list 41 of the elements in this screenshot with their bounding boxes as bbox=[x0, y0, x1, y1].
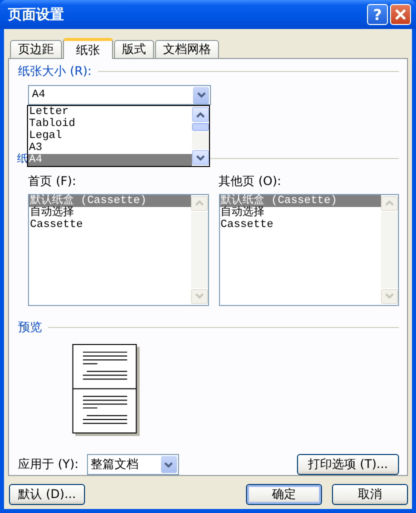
tab[interactable]: 版式 bbox=[114, 40, 154, 58]
dropdown-option[interactable]: Legal bbox=[28, 130, 192, 142]
window-title: 页面设置 bbox=[8, 6, 65, 24]
list-item[interactable]: 自动选择 bbox=[29, 206, 190, 219]
chevron-up-icon[interactable] bbox=[196, 112, 205, 118]
tray-list[interactable]: 默认纸盒 (Cassette) 自动选择 Cassette bbox=[218, 194, 399, 306]
tab[interactable]: 文档网格 bbox=[155, 40, 219, 58]
close-icon bbox=[394, 8, 407, 21]
list-item[interactable]: Cassette bbox=[29, 218, 190, 231]
list-item[interactable]: 默认纸盒 (Cassette) bbox=[220, 194, 381, 207]
scroll-thumb[interactable] bbox=[192, 123, 209, 131]
scrollbar[interactable] bbox=[192, 106, 209, 166]
tab[interactable]: 纸张 bbox=[63, 38, 113, 59]
close-button[interactable] bbox=[390, 4, 411, 25]
section-label: 纸 bbox=[17, 151, 28, 166]
field-label: 应用于 (Y): bbox=[18, 456, 79, 473]
chevron-up-icon bbox=[194, 200, 204, 206]
list-item[interactable]: 自动选择 bbox=[220, 206, 381, 219]
print-options-button[interactable]: 打印选项 (T)... bbox=[297, 454, 399, 475]
chevron-down-icon bbox=[194, 293, 204, 300]
chevron-up-icon bbox=[385, 200, 394, 206]
field-label: 其他页 (O): bbox=[218, 172, 282, 190]
list-item[interactable]: Cassette bbox=[220, 218, 381, 231]
field-label: 首页 (F): bbox=[28, 172, 78, 190]
chevron-down-icon bbox=[385, 293, 394, 300]
section-label: 纸张大小 (R): bbox=[18, 62, 92, 80]
tray-list[interactable]: 默认纸盒 (Cassette) 自动选择 Cassette bbox=[28, 194, 208, 306]
dropdown-option[interactable]: A4 bbox=[28, 154, 192, 166]
dialog-button[interactable]: 确定 bbox=[246, 484, 322, 505]
tab[interactable]: 页边距 bbox=[10, 40, 62, 58]
chevron-down-icon[interactable] bbox=[196, 154, 205, 160]
dropdown-option[interactable]: Letter bbox=[28, 106, 192, 118]
section-label: 预览 bbox=[18, 319, 42, 336]
dropdown-option[interactable]: Tabloid bbox=[28, 118, 192, 130]
dropdown-option[interactable]: A3 bbox=[28, 142, 192, 154]
help-button[interactable]: ? bbox=[367, 4, 388, 25]
dialog-button[interactable]: 默认 (D)... bbox=[9, 484, 85, 505]
apply-to-dropdown[interactable]: 整篇文档 bbox=[86, 454, 179, 475]
dialog-button[interactable]: 取消 bbox=[332, 484, 408, 505]
paper-size-dropdown[interactable]: A4 bbox=[28, 85, 211, 106]
list-item[interactable]: 默认纸盒 (Cassette) bbox=[29, 194, 190, 207]
